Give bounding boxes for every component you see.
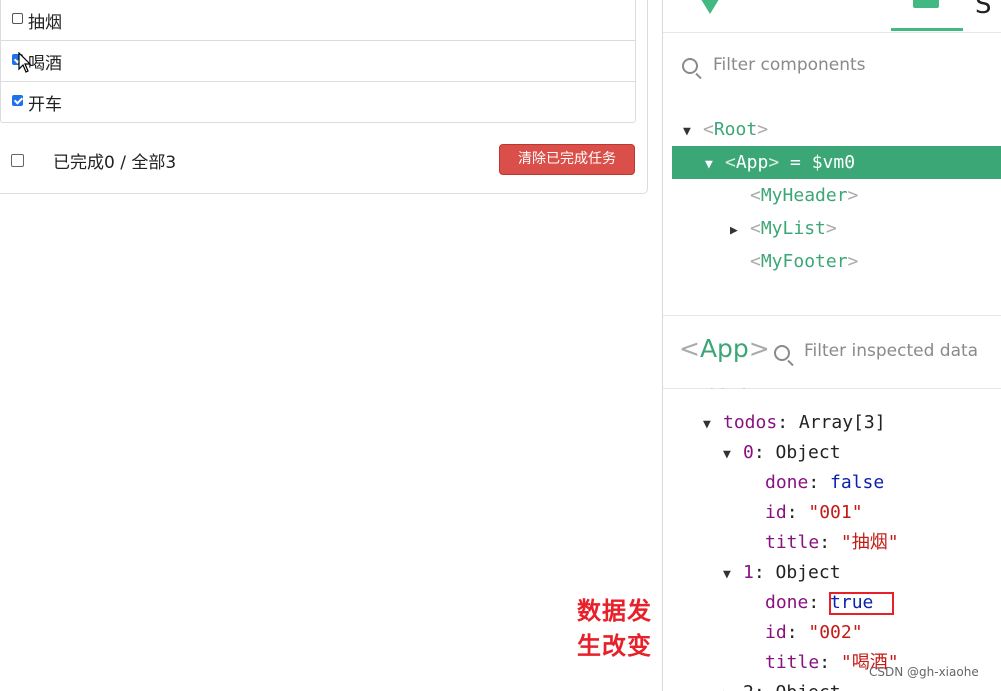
select-all-checkbox[interactable] [11,154,24,167]
data-row-item-1[interactable]: ▼ 1: Object [723,558,841,588]
todo-item-label: 开车 [28,95,62,115]
inspector-title: <App> [679,334,770,363]
annotation-label: 数据发生改变 [577,597,652,660]
todo-item[interactable]: 喝酒 [1,41,635,82]
todo-list: 抽烟 喝酒 开车 [0,0,636,123]
devtools-topbar: S [663,0,1001,33]
data-row-item-0[interactable]: ▼ 0: Object [723,438,841,468]
collapse-arrow-icon[interactable]: ▼ [703,410,723,440]
collapse-arrow-icon[interactable]: ▼ [723,440,743,470]
collapse-arrow-icon[interactable]: ▼ [683,115,703,148]
todo-item[interactable]: 抽烟 [1,0,635,41]
data-row-todos[interactable]: ▼ todos: Array[3] [703,408,886,438]
data-row-title[interactable]: title: "抽烟" [765,528,899,558]
components-tab-indicator [891,28,963,31]
collapse-arrow-icon[interactable]: ▼ [723,560,743,590]
expand-arrow-icon[interactable]: ▶ [730,214,750,247]
todo-item[interactable]: 开车 [1,82,635,122]
inspected-data-tree: data ▼todos: Array[3] ▼0: Object done: f… [663,388,1001,691]
mouse-cursor-icon [18,52,32,73]
todo-card: 抽烟 喝酒 开车 已完成0 / 全部3 清除已完成任务 [0,0,648,194]
todo-item-label: 抽烟 [28,13,62,33]
todo-item-checkbox[interactable] [12,13,23,24]
inspected-data-filter-input[interactable]: Filter inspected data [804,341,978,361]
data-row-done[interactable]: done: false [765,468,884,498]
tree-node-myheader[interactable]: <MyHeader> [750,179,858,212]
expand-arrow-icon[interactable]: ▶ [723,680,743,691]
components-tab-icon[interactable] [913,0,939,8]
search-icon [682,58,698,74]
component-filter-bar[interactable]: Filter components [663,35,1001,97]
collapse-arrow-icon[interactable]: ▼ [705,148,725,181]
data-row-item-2[interactable]: ▶2: Object [723,678,841,691]
data-row-id[interactable]: id: "002" [765,618,863,648]
component-filter-input[interactable]: Filter components [713,55,866,75]
watermark: CSDN @gh-xiaohe [869,665,979,679]
tree-node-app[interactable]: ▼ <App> = $vm0 [672,146,1001,179]
section-label: data [707,388,750,398]
search-icon [774,345,790,361]
todo-app-pane: 抽烟 喝酒 开车 已完成0 / 全部3 清除已完成任务 数据发生改变 [0,0,662,691]
data-row-id[interactable]: id: "001" [765,498,863,528]
highlight-box [829,592,894,615]
tab-partial[interactable]: S [975,0,992,20]
tree-node-mylist[interactable]: ▶ <MyList> [730,212,837,245]
inspector-header: <App> Filter inspected data [663,315,1001,389]
vue-devtools-panel: S Filter components ▼ <Root> ▼ <App> = $vm… [662,0,1001,691]
completion-count: 已完成0 / 全部3 [53,153,177,173]
todo-footer: 已完成0 / 全部3 清除已完成任务 [0,143,647,179]
tree-node-root[interactable]: ▼ <Root> [683,113,768,146]
tree-node-myfooter[interactable]: <MyFooter> [750,245,858,278]
todo-item-label: 喝酒 [28,54,62,74]
clear-completed-button[interactable]: 清除已完成任务 [499,144,635,175]
todo-item-checkbox[interactable] [12,95,23,106]
vue-logo-icon [701,0,719,14]
